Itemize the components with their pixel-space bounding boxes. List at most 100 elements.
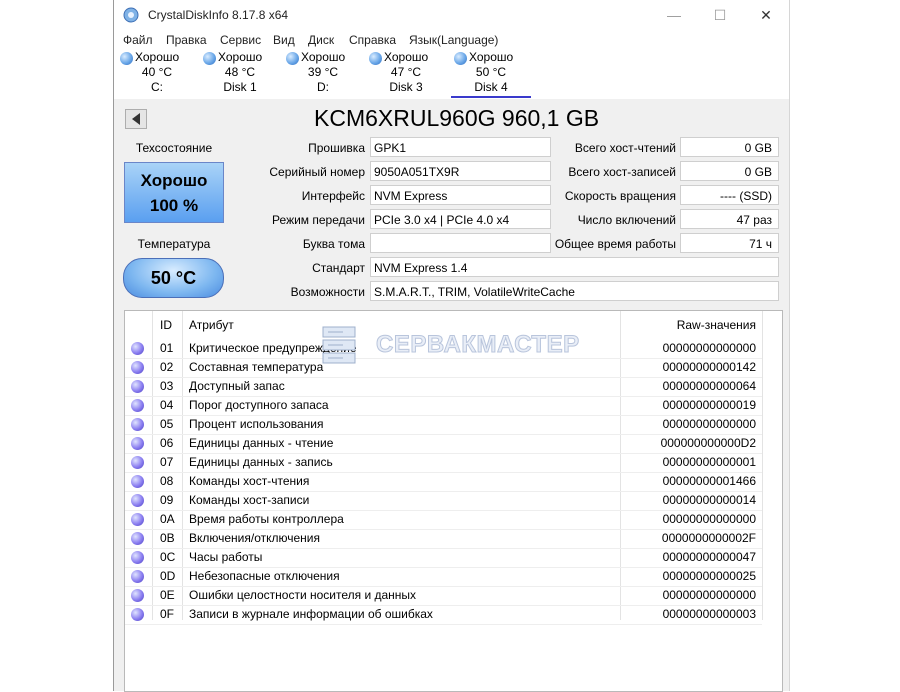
menu-view[interactable]: Вид (273, 33, 295, 47)
table-row[interactable]: 05 Процент использования 00000000000000 (125, 415, 762, 435)
health-percent: 100 % (149, 196, 199, 215)
attribute-raw-value: 000000000000D2 (660, 436, 756, 450)
standard-value: NVM Express 1.4 (370, 257, 779, 277)
attribute-name: Ошибки целостности носителя и данных (189, 588, 417, 602)
menu-language[interactable]: Язык(Language) (409, 33, 498, 47)
table-row[interactable]: 04 Порог доступного запаса 00000000000019 (125, 396, 762, 416)
attribute-id: 01 (160, 341, 174, 355)
power-on-count-label: Число включений (577, 213, 676, 227)
disk-status: Хорошо (135, 50, 180, 64)
table-row[interactable]: 0C Часы работы 00000000000047 (125, 548, 762, 568)
rotation-label: Скорость вращения (564, 189, 676, 203)
status-good-icon (131, 532, 144, 545)
disk-temp: 48 °C (224, 65, 256, 79)
status-good-icon (131, 418, 144, 431)
title-bar: CrystalDiskInfo 8.17.8 x64 — ☐ ✕ (114, 0, 789, 30)
status-good-icon (131, 589, 144, 602)
attribute-name: Единицы данных - запись (189, 455, 333, 469)
table-row[interactable]: 0D Небезопасные отключения 00000000000025 (125, 567, 762, 587)
table-row[interactable]: 0F Записи в журнале информации об ошибках… (125, 605, 762, 625)
menu-service[interactable]: Сервис (220, 33, 261, 47)
disk-tab-d[interactable]: Хорошо 39 °C D: (283, 49, 363, 96)
table-row[interactable]: 08 Команды хост-чтения 00000000001466 (125, 472, 762, 492)
column-header-attribute[interactable]: Атрибут (189, 318, 234, 332)
attribute-name: Команды хост-записи (189, 493, 310, 507)
temperature-box: 50 °C (123, 258, 224, 298)
attribute-raw-value: 00000000000025 (662, 569, 756, 583)
server-logo-watermark (322, 326, 356, 364)
menu-edit[interactable]: Правка (166, 33, 207, 47)
status-good-icon (131, 570, 144, 583)
minimize-button[interactable]: — (651, 0, 697, 30)
table-row[interactable]: 02 Составная температура 00000000000142 (125, 358, 762, 378)
disk-tab-disk4[interactable]: Хорошо 50 °C Disk 4 (451, 49, 531, 98)
status-good-icon (131, 380, 144, 393)
serial-label: Серийный номер (269, 165, 365, 179)
maximize-button[interactable]: ☐ (697, 0, 743, 30)
table-row[interactable]: 0A Время работы контроллера 00000000000000 (125, 510, 762, 530)
attribute-name: Небезопасные отключения (189, 569, 340, 583)
attribute-raw-value: 00000000000000 (662, 417, 756, 431)
disk-status: Хорошо (469, 50, 514, 64)
column-header-id[interactable]: ID (160, 318, 172, 332)
attribute-name: Включения/отключения (189, 531, 320, 545)
disk-tab-disk1[interactable]: Хорошо 48 °C Disk 1 (200, 49, 280, 96)
host-reads-label: Всего хост-чтений (574, 141, 676, 155)
attribute-name: Время работы контроллера (189, 512, 344, 526)
table-row[interactable]: 06 Единицы данных - чтение 000000000000D2 (125, 434, 762, 454)
table-row[interactable]: 03 Доступный запас 00000000000064 (125, 377, 762, 397)
power-on-count-value: 47 раз (680, 209, 779, 229)
attribute-id: 07 (160, 455, 174, 469)
menu-disk[interactable]: Диск (308, 33, 334, 47)
attribute-id: 04 (160, 398, 174, 412)
status-good-icon (286, 52, 299, 65)
close-button[interactable]: ✕ (743, 0, 789, 30)
host-reads-value: 0 GB (680, 137, 779, 157)
status-good-icon (203, 52, 216, 65)
disk-label: Disk 3 (389, 80, 423, 94)
attribute-raw-value: 00000000000003 (662, 607, 756, 621)
table-row[interactable]: 09 Команды хост-записи 00000000000014 (125, 491, 762, 511)
status-good-icon (131, 551, 144, 564)
attribute-raw-value: 00000000000001 (662, 455, 756, 469)
menu-bar: Файл Правка Сервис Вид Диск Справка Язык… (114, 31, 789, 49)
disk-status: Хорошо (218, 50, 263, 64)
disk-temp: 50 °C (475, 65, 507, 79)
power-on-hours-label: Общее время работы (554, 237, 676, 251)
menu-help[interactable]: Справка (349, 33, 396, 47)
table-row[interactable]: 07 Единицы данных - запись 00000000000001 (125, 453, 762, 473)
attribute-name: Порог доступного запаса (189, 398, 329, 412)
disk-model-title: KCM6XRUL960G 960,1 GB (314, 105, 600, 131)
rotation-value: ---- (SSD) (680, 185, 779, 205)
app-icon (123, 7, 139, 23)
status-good-icon (131, 437, 144, 450)
disk-tab-c[interactable]: Хорошо 40 °C C: (117, 49, 197, 96)
watermark-text: СЕРВАКМАСТЕР (376, 331, 580, 359)
status-good-icon (369, 52, 382, 65)
firmware-label: Прошивка (308, 141, 365, 155)
standard-label: Стандарт (312, 261, 365, 275)
disk-status: Хорошо (384, 50, 429, 64)
attribute-name: Записи в журнале информации об ошибках (189, 607, 433, 621)
firmware-value: GPK1 (370, 137, 551, 157)
disk-tab-disk3[interactable]: Хорошо 47 °C Disk 3 (366, 49, 446, 96)
table-row[interactable]: 0E Ошибки целостности носителя и данных 00… (125, 586, 762, 606)
health-status-text: Хорошо (140, 171, 208, 190)
window-title: CrystalDiskInfo 8.17.8 x64 (148, 8, 289, 22)
attribute-id: 0D (160, 569, 176, 583)
attribute-name: Единицы данных - чтение (189, 436, 334, 450)
menu-file[interactable]: Файл (123, 33, 153, 47)
column-header-raw[interactable]: Raw-значения (625, 318, 756, 332)
smart-attributes-table[interactable]: ID Атрибут Raw-значения 01 Критическое пр… (124, 310, 783, 692)
attribute-name: Процент использования (189, 417, 324, 431)
table-row[interactable]: 0B Включения/отключения 0000000000002F (125, 529, 762, 549)
attribute-id: 08 (160, 474, 174, 488)
status-good-icon (131, 399, 144, 412)
status-good-icon (131, 608, 144, 621)
attribute-id: 06 (160, 436, 174, 450)
attribute-id: 0E (160, 588, 175, 602)
attribute-id: 0B (160, 531, 175, 545)
attribute-raw-value: 00000000000019 (662, 398, 756, 412)
attribute-id: 0C (160, 550, 176, 564)
previous-disk-button[interactable] (125, 109, 147, 129)
